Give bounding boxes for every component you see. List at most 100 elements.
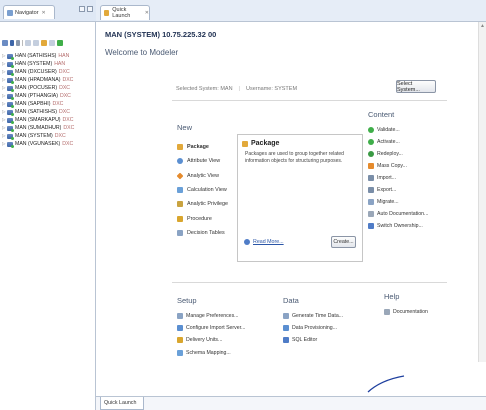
database-icon <box>7 77 14 84</box>
new-item-analytic-privilege[interactable]: Analytic Privilege <box>177 197 228 211</box>
system-user: HAN (SYSTEM) <box>15 61 53 67</box>
system-host: DXC <box>62 141 74 147</box>
content-item-mass-copy[interactable]: Mass Copy... <box>368 160 428 172</box>
data-item-generate-time-data[interactable]: Generate Time Data... <box>283 310 343 322</box>
new-item-procedure[interactable]: Procedure <box>177 211 228 225</box>
tab-quick-launch[interactable]: Quick Launch ✕ <box>100 5 150 20</box>
content-item-switch-ownership[interactable]: Switch Ownership... <box>368 220 428 232</box>
tree-item[interactable]: ▷ MAN (VGUNASEK) DXC <box>2 140 74 148</box>
content-item-label: Redeploy... <box>377 151 403 157</box>
data-item-data-provisioning[interactable]: Data Provisioning... <box>283 322 343 334</box>
setup-item-configure-import-server[interactable]: Configure Import Server... <box>177 322 245 334</box>
create-button[interactable]: Create... <box>331 236 356 248</box>
tree-item[interactable]: ▷ MAN (POCUSER) DXC <box>2 84 74 92</box>
data-item-label: SQL Editor <box>292 337 318 344</box>
preferences-icon <box>177 313 183 320</box>
mass-copy-icon <box>368 163 374 169</box>
chevron-down-icon[interactable] <box>16 40 20 46</box>
content-item-export[interactable]: Export... <box>368 184 428 196</box>
separator: | <box>238 86 240 92</box>
tree-item[interactable]: ▷ HAN (SATHISHS) HAN <box>2 52 74 60</box>
database-icon <box>7 61 14 68</box>
maximize-icon[interactable] <box>87 6 93 12</box>
help-section-title: Help <box>384 292 400 301</box>
select-system-button[interactable]: Select System... <box>396 80 436 93</box>
quick-launch-editor: Quick Launch ✕ MAN (SYSTEM) 10.75.225.32… <box>96 0 486 410</box>
new-item-attribute-view[interactable]: Attribute View <box>177 154 228 168</box>
content-section-list: Validate... Activate... Redeploy... Mass… <box>368 124 428 232</box>
system-user: MAN (POCUSER) <box>15 85 58 91</box>
add-system-icon[interactable] <box>2 40 8 46</box>
link-icon[interactable] <box>33 40 39 46</box>
package-detail-panel: Package Packages are used to group toget… <box>237 134 363 262</box>
calculation-view-icon <box>177 187 183 194</box>
system-user: MAN (VGUNASEK) <box>15 141 61 147</box>
database-icon <box>7 125 14 132</box>
data-item-sql-editor[interactable]: SQL Editor <box>283 334 343 346</box>
close-icon[interactable]: ✕ <box>42 10 46 16</box>
tree-item[interactable]: ▷ MAN (HPADMANA) DXC <box>2 76 74 84</box>
setup-item-label: Schema Mapping... <box>186 349 231 356</box>
content-item-migrate[interactable]: Migrate... <box>368 196 428 208</box>
view-controls <box>79 6 93 12</box>
tree-item[interactable]: ▷ MAN (SUMADHUR) DXC <box>2 124 74 132</box>
activate-icon <box>368 139 374 145</box>
editor-tab-label: Quick Launch <box>112 7 131 19</box>
database-icon <box>7 117 14 124</box>
content-item-activate[interactable]: Activate... <box>368 136 428 148</box>
tab-navigator[interactable]: Navigator ✕ <box>3 5 55 19</box>
refresh-icon[interactable] <box>49 40 55 46</box>
tree-item[interactable]: ▷ MAN (PTHANGIA) DXC <box>2 92 74 100</box>
new-item-package[interactable]: Package <box>177 140 228 154</box>
help-item-documentation[interactable]: Documentation <box>384 306 428 318</box>
new-item-label: Analytic Privilege <box>187 201 229 208</box>
help-section-list: Documentation <box>384 306 428 318</box>
read-more-link[interactable]: Read More... <box>244 239 284 245</box>
data-item-label: Data Provisioning... <box>292 325 337 332</box>
attribute-view-icon <box>177 158 183 165</box>
navigator-tab-label: Navigator <box>15 9 39 16</box>
system-tree: ▷ HAN (SATHISHS) HAN ▷ HAN (SYSTEM) HAN ▷ MAN… <box>2 52 74 148</box>
content-item-redeploy[interactable]: Redeploy... <box>368 148 428 160</box>
new-item-label: Attribute View <box>187 158 221 165</box>
vertical-scrollbar[interactable]: ▲ <box>478 22 486 362</box>
content-item-auto-documentation[interactable]: Auto Documentation... <box>368 208 428 220</box>
tree-item[interactable]: ▷ MAN (SAPBHI) DXC <box>2 100 74 108</box>
tree-item[interactable]: ▷ MAN (SMARKAPU) DXC <box>2 116 74 124</box>
system-host: DXC <box>52 101 64 107</box>
filter-icon[interactable] <box>41 40 47 46</box>
new-item-decision-tables[interactable]: Decision Tables <box>177 226 228 240</box>
navigator-icon <box>7 9 13 16</box>
content-item-validate[interactable]: Validate... <box>368 124 428 136</box>
new-item-analytic-view[interactable]: Analytic View <box>176 169 228 183</box>
database-icon <box>7 69 14 76</box>
analytic-view-icon <box>176 172 184 180</box>
content-item-label: Activate... <box>377 139 400 145</box>
new-item-calculation-view[interactable]: Calculation View <box>177 183 228 197</box>
system-host: DXC <box>58 69 70 75</box>
package-detail-title: Package <box>251 140 280 147</box>
connect-icon[interactable] <box>57 40 63 46</box>
setup-item-delivery-units[interactable]: Delivery Units... <box>177 334 245 346</box>
quick-launch-footer-tab[interactable]: Quick Launch <box>100 397 144 410</box>
setup-item-schema-mapping[interactable]: Schema Mapping... <box>177 347 245 359</box>
system-user: MAN (SATHISHS) <box>15 109 57 115</box>
minimize-icon[interactable] <box>79 6 85 12</box>
close-icon[interactable]: ✕ <box>145 10 149 16</box>
setup-item-manage-preferences[interactable]: Manage Preferences... <box>177 310 245 322</box>
tree-item[interactable]: ▷ MAN (SATHISHS) DXC <box>2 108 74 116</box>
pause-icon[interactable] <box>10 40 14 46</box>
tree-item[interactable]: ▷ MAN (SYSTEM) DXC <box>2 132 74 140</box>
system-info: Selected System: MAN | Username: SYSTEM <box>176 86 297 92</box>
tree-item[interactable]: ▷ MAN (DXCUSER) DXC <box>2 68 74 76</box>
database-icon <box>7 85 14 92</box>
tree-item[interactable]: ▷ HAN (SYSTEM) HAN <box>2 60 74 68</box>
content-item-label: Mass Copy... <box>377 163 407 169</box>
username-label: Username: SYSTEM <box>245 86 298 92</box>
collapse-icon[interactable] <box>25 40 31 46</box>
schema-mapping-icon <box>177 349 183 356</box>
system-host: DXC <box>62 77 74 83</box>
chevron-up-icon[interactable]: ▲ <box>480 23 485 29</box>
new-section-title: New <box>177 123 193 132</box>
content-item-import[interactable]: Import... <box>368 172 428 184</box>
